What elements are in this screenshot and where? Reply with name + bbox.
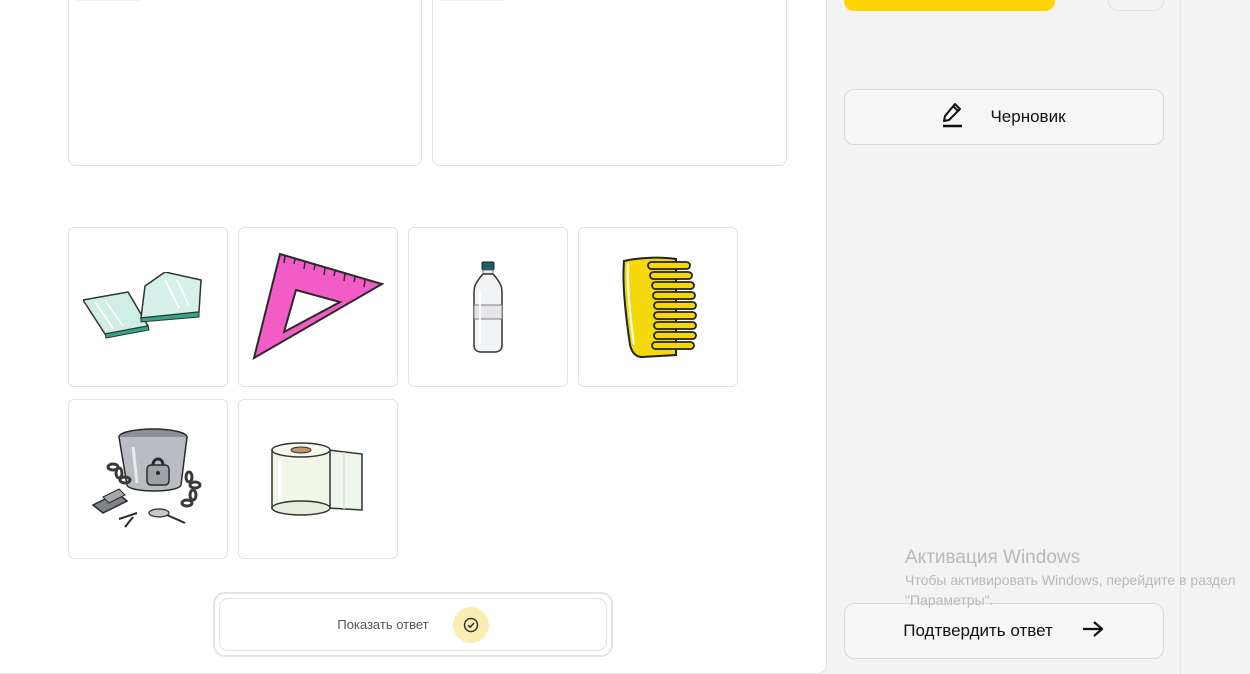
card-paper-towel-roll[interactable] [238,399,398,559]
card-glass-plates[interactable] [68,227,228,387]
right-edge-panel [1180,0,1250,674]
card-yellow-comb[interactable] [578,227,738,387]
draft-label: Черновик [990,107,1066,126]
card-plastic-bottle[interactable] [408,227,568,387]
confirm-answer-button[interactable]: Подтвердить ответ [844,603,1164,659]
confirm-label: Подтвердить ответ [903,621,1053,640]
card-metal-items[interactable] [68,399,228,559]
pencil-icon [942,102,964,133]
triangle-ruler-image [252,252,384,361]
metal-items-image [91,428,202,528]
arrow-right-icon [1081,620,1105,643]
primary-action-button[interactable] [844,0,1055,11]
show-answer-button[interactable]: Показать ответ [219,598,607,651]
draft-button[interactable]: Черновик [844,89,1164,145]
card-triangle-ruler[interactable] [238,227,398,387]
paper-towel-roll-image [271,442,363,516]
drop-zone-right[interactable] [432,0,787,166]
task-panel: Показать ответ [0,0,827,674]
yellow-comb-image [622,256,697,359]
glass-plates-image [83,272,202,339]
drop-zone-left[interactable] [68,0,422,166]
check-circle-icon [452,606,489,643]
show-answer-wrapper: Показать ответ [213,592,613,657]
show-answer-label: Показать ответ [337,617,429,632]
secondary-action-button[interactable] [1108,0,1164,11]
plastic-bottle-image [473,261,503,353]
